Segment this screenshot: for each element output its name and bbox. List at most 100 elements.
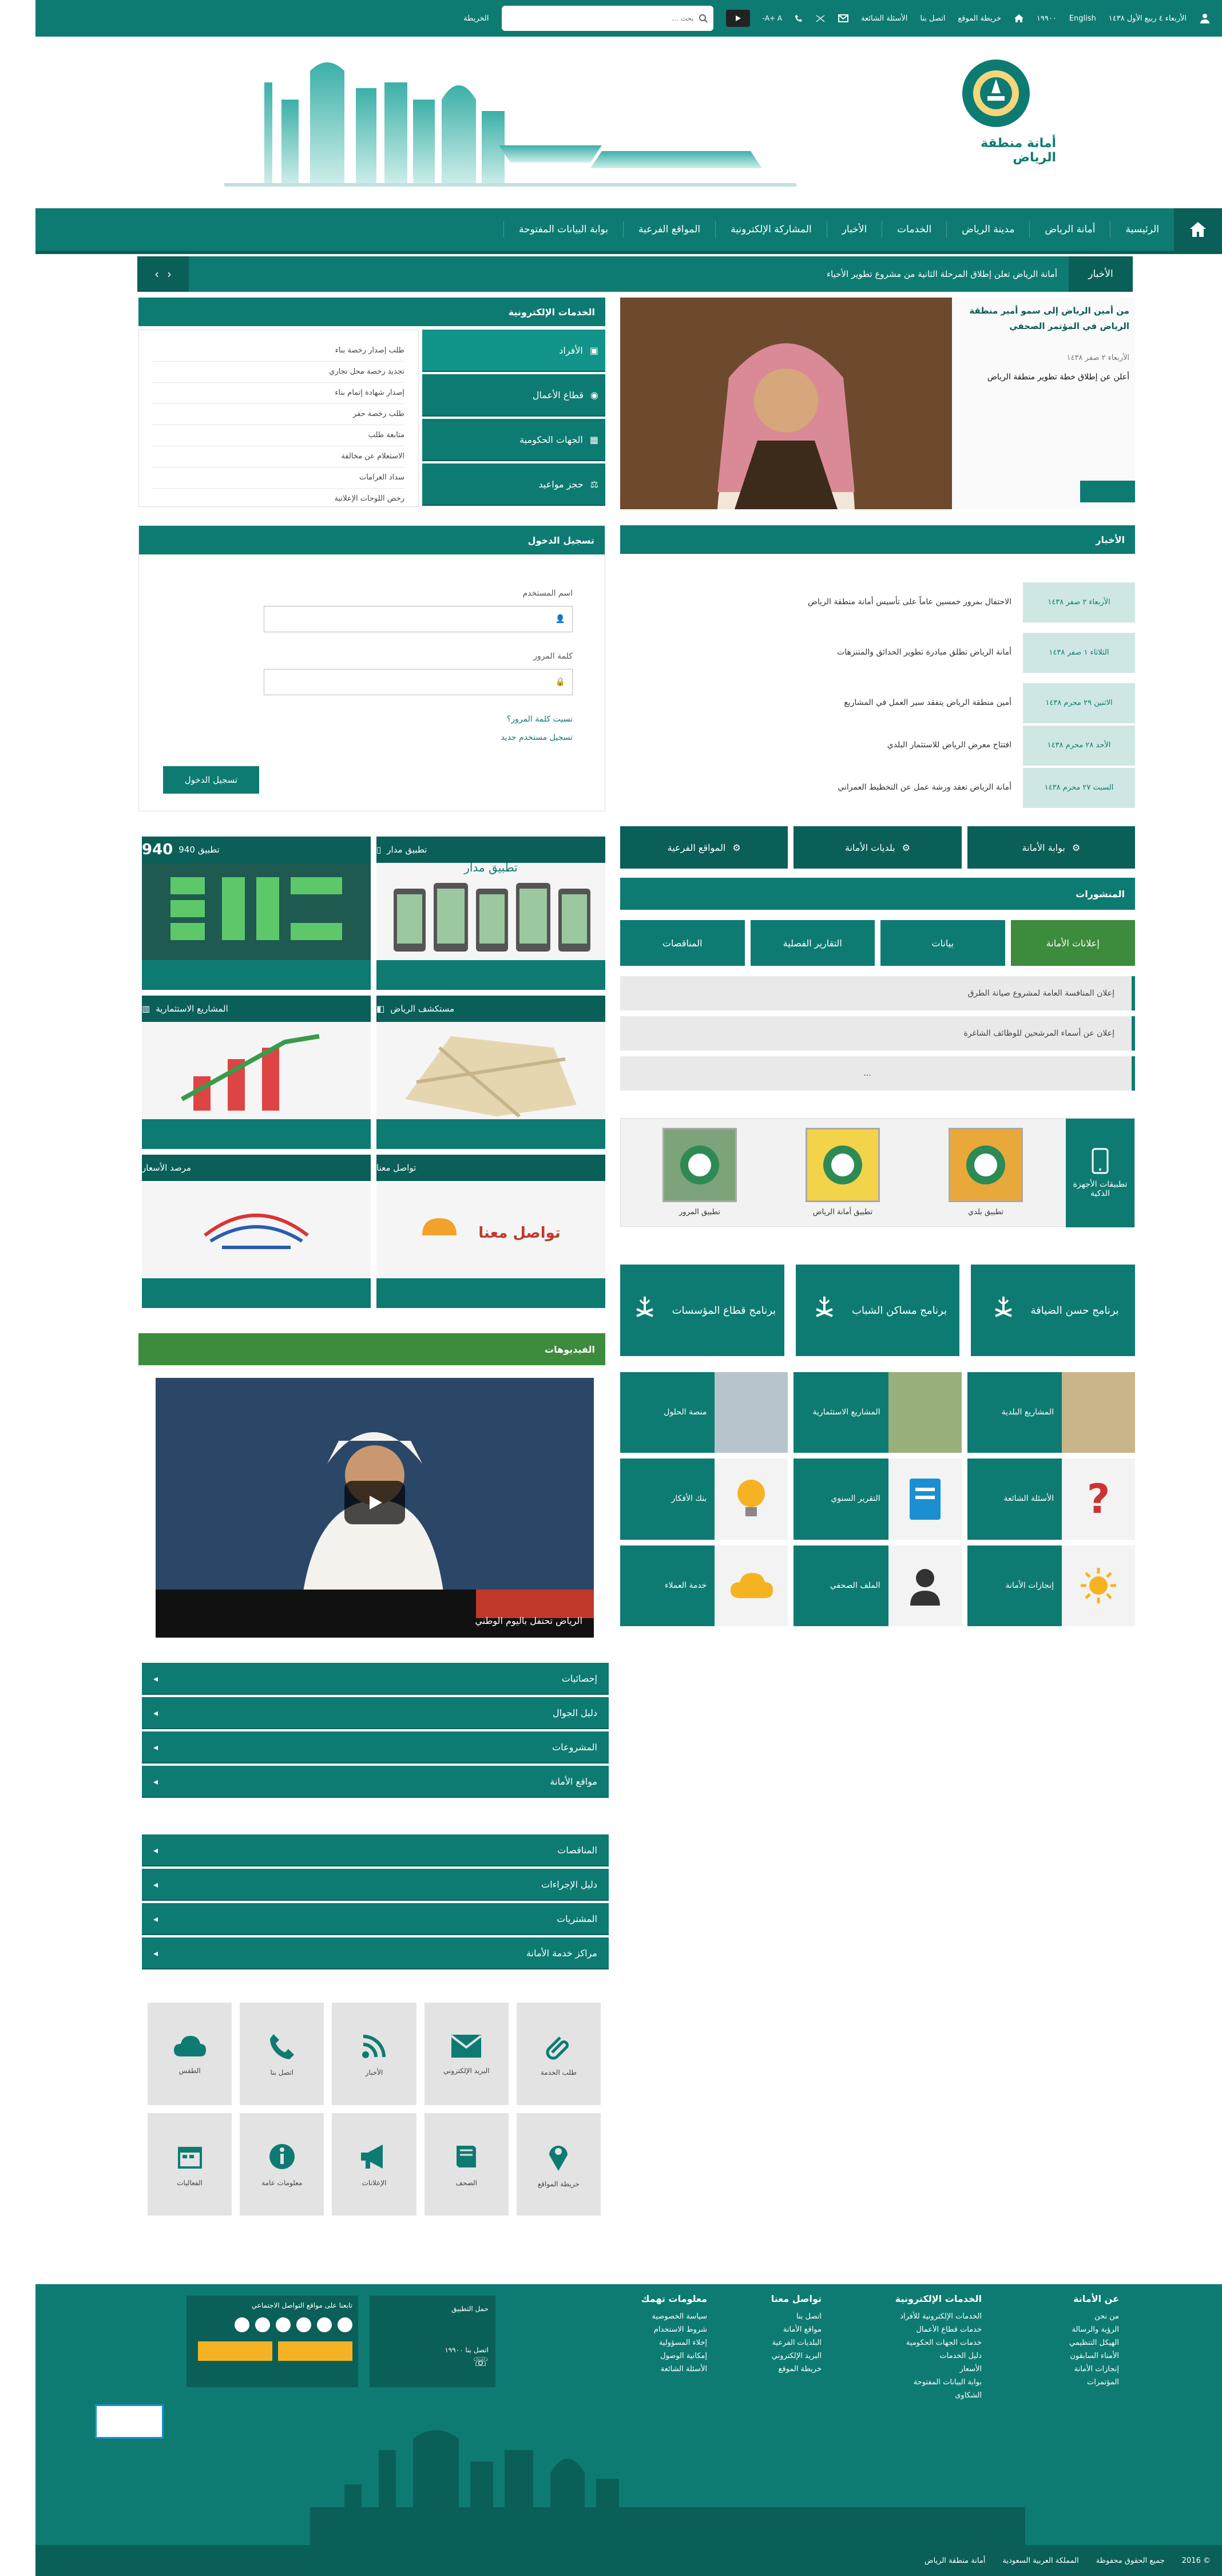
promo-card[interactable]: تطبيق مدار ▯ تطبيق مدار [376,837,605,990]
quick-link[interactable]: الأخبار [332,2003,416,2105]
info-tile[interactable]: ? الأسئلة الشائعة [967,1459,1135,1540]
eservice-item[interactable]: طلب رخصة حفر [153,404,404,425]
publications-tab[interactable]: المناقصات [620,920,745,966]
login-submit-button[interactable]: تسجيل الدخول [163,766,259,794]
accordion-item[interactable]: المشروعات ◂ [142,1731,609,1763]
publication-item[interactable]: إعلان المنافسة العامة لمشروع صيانة الطرق [620,976,1135,1010]
eservice-item[interactable]: الاستعلام عن مخالفة [153,446,404,467]
footer-link[interactable]: الرؤية والرسالة [1069,2323,1119,2336]
nav-item-amanah[interactable]: أمانة الرياض [1029,221,1110,238]
home-icon[interactable] [1014,13,1024,23]
footer-link[interactable]: الأسئلة الشائعة [641,2363,707,2376]
footer-link[interactable]: الشكاوى [895,2389,982,2402]
footer-link[interactable]: دليل الخدمات [895,2349,982,2363]
promo-card[interactable]: المشاريع الاستثمارية ▥ [142,996,371,1149]
footer-link[interactable]: شروط الاستخدام [641,2323,707,2336]
facebook-icon[interactable] [338,2317,352,2332]
info-tile[interactable]: خدمة العملاء [620,1545,788,1626]
eservices-tab-appointments[interactable]: ⚖ حجز مواعيد [422,463,605,506]
accordion-item[interactable]: المشتريات ◂ [142,1903,609,1935]
footer-bottom-link[interactable]: جميع الحقوق محفوظة [1096,2557,1165,2565]
quick-link[interactable]: طلب الخدمة [516,2003,601,2105]
footer-link[interactable]: إخلاء المسؤولية [641,2336,707,2349]
program-card[interactable]: برنامج قطاع المؤسسات [620,1265,784,1356]
program-card[interactable]: برنامج حسن الضيافة [971,1265,1135,1356]
topbar-link-map[interactable]: الخريطة [463,14,489,23]
eservices-tab-business[interactable]: ◉ قطاع الأعمال [422,374,605,417]
topbar-link-contact[interactable]: اتصل بنا [920,14,945,23]
ticker-prev-icon[interactable]: ‹ [167,267,172,281]
promo-card[interactable]: مرصد الأسعار [142,1155,371,1308]
site-link-subsites[interactable]: ⚙ المواقع الفرعية [620,826,788,869]
footer-call[interactable]: اتصل بنا ١٩٩٠٠ [376,2344,489,2356]
footer-link[interactable]: اتصل بنا [771,2310,822,2323]
footer-link[interactable]: خريطة الموقع [771,2363,822,2376]
twitter-icon[interactable] [317,2317,332,2332]
eservice-item[interactable]: إصدار شهادة إتمام بناء [153,383,404,404]
nav-item-city[interactable]: مدينة الرياض [946,221,1029,238]
nav-home-button[interactable] [1174,208,1222,251]
footer-link[interactable]: البلديات الفرعية [771,2336,822,2349]
nav-item-services[interactable]: الخدمات [882,221,946,238]
footer-link[interactable]: خدمات قطاع الأعمال [895,2323,982,2336]
accordion-item[interactable]: دليل الإجراءات ◂ [142,1869,609,1901]
eservice-item[interactable]: سداد الغرامات [153,467,404,489]
video-play-button[interactable] [344,1481,405,1524]
app-item[interactable]: تطبيق بلدي [934,1128,1037,1216]
footer-link[interactable]: إنجازات الأمانة [1069,2363,1119,2376]
accordion-item[interactable]: دليل الجوال ◂ [142,1697,609,1729]
forgot-password-link[interactable]: نسيت كلمة المرور؟ [507,715,573,724]
eservice-item[interactable]: متابعة طلب [153,425,404,446]
snapchat-icon[interactable] [255,2317,270,2332]
news-text[interactable]: أمانة الرياض تعقد ورشة عمل عن التخطيط ال… [620,781,1023,795]
featured-photo[interactable] [620,298,952,509]
info-tile[interactable]: بنك الأفكار [620,1459,788,1540]
footer-link[interactable]: خدمات الجهات الحكومية [895,2336,982,2349]
eservices-tab-individuals[interactable]: ▣ الأفراد [422,330,605,372]
info-tile[interactable]: الملف الصحفي [793,1545,962,1626]
instagram-icon[interactable] [276,2317,291,2332]
footer-link[interactable]: سياسة الخصوصية [641,2310,707,2323]
news-row[interactable]: السبت ٢٧ محرم ١٤٣٨ أمانة الرياض تعقد ورشة… [620,766,1135,810]
info-tile[interactable]: التقرير السنوي [793,1459,962,1540]
news-text[interactable]: أمين منطقة الرياض يتفقد سير العمل في الم… [620,696,1023,710]
ticker-text[interactable]: أمانة الرياض تعلن إطلاق المرحلة الثانية … [189,256,1069,292]
publications-tab[interactable]: إعلانات الأمانة [1010,920,1135,966]
search-input[interactable] [507,14,694,22]
twitter-icon[interactable] [815,14,826,22]
search-icon[interactable] [699,14,708,23]
accordion-item[interactable]: إحصائيات ◂ [142,1663,609,1695]
footer-link[interactable]: الخدمات الإلكترونية للأفراد [895,2310,982,2323]
promo-card[interactable]: تطبيق 940 940 [142,837,371,990]
info-tile[interactable]: المشاريع البلدية [967,1372,1135,1453]
video-player[interactable]: الرياض تحتفل باليوم الوطني [156,1378,594,1638]
publications-tab[interactable]: التقارير الفصلية [750,920,875,966]
footer-link[interactable]: من نحن [1069,2310,1119,2323]
search-box[interactable] [501,6,713,31]
news-text[interactable]: أمانة الرياض تطلق مبادرة تطوير الحدائق و… [620,646,1023,660]
ticker-next-icon[interactable]: › [154,267,159,281]
nav-item-news[interactable]: الأخبار [826,221,882,238]
featured-more-button[interactable]: المزيد [1080,481,1135,502]
phone-icon[interactable] [795,14,803,22]
accordion-item[interactable]: مراكز خدمة الأمانة ◂ [142,1937,609,1969]
quick-link[interactable]: البريد الإلكتروني [424,2003,509,2105]
news-row[interactable]: الأربعاء ٢ صفر ١٤٣٨ الاحتفال بمرور خمسين … [620,580,1135,625]
site-logo[interactable]: أمانة منطقة الرياض [936,60,1056,174]
mail-icon[interactable] [838,14,849,22]
nav-item-opendata[interactable]: بوابة البيانات المفتوحة [503,221,623,238]
youtube-icon[interactable] [725,10,750,27]
publications-tab[interactable]: بيانات [880,920,1005,966]
eservices-tab-government[interactable]: ▦ الجهات الحكومية [422,419,605,461]
youtube-icon[interactable] [296,2317,311,2332]
footer-link[interactable]: الأمناء السابقون [1069,2349,1119,2363]
news-text[interactable]: افتتاح معرض الرياض للاستثمار البلدي [620,739,1023,752]
footer-link[interactable]: المؤتمرات [1069,2376,1119,2389]
quick-link[interactable]: خريطة المواقع [516,2113,601,2216]
topbar-link-faq[interactable]: الأسئلة الشائعة [861,14,907,23]
news-text[interactable]: الاحتفال بمرور خمسين عاماً على تأسيس أما… [620,596,1023,609]
info-tile[interactable]: إنجازات الأمانة [967,1545,1135,1626]
footer-link[interactable]: بوابة البيانات المفتوحة [895,2376,982,2389]
nav-item-home[interactable]: الرئيسية [1110,221,1174,238]
password-field[interactable]: 🔒 [264,669,573,695]
